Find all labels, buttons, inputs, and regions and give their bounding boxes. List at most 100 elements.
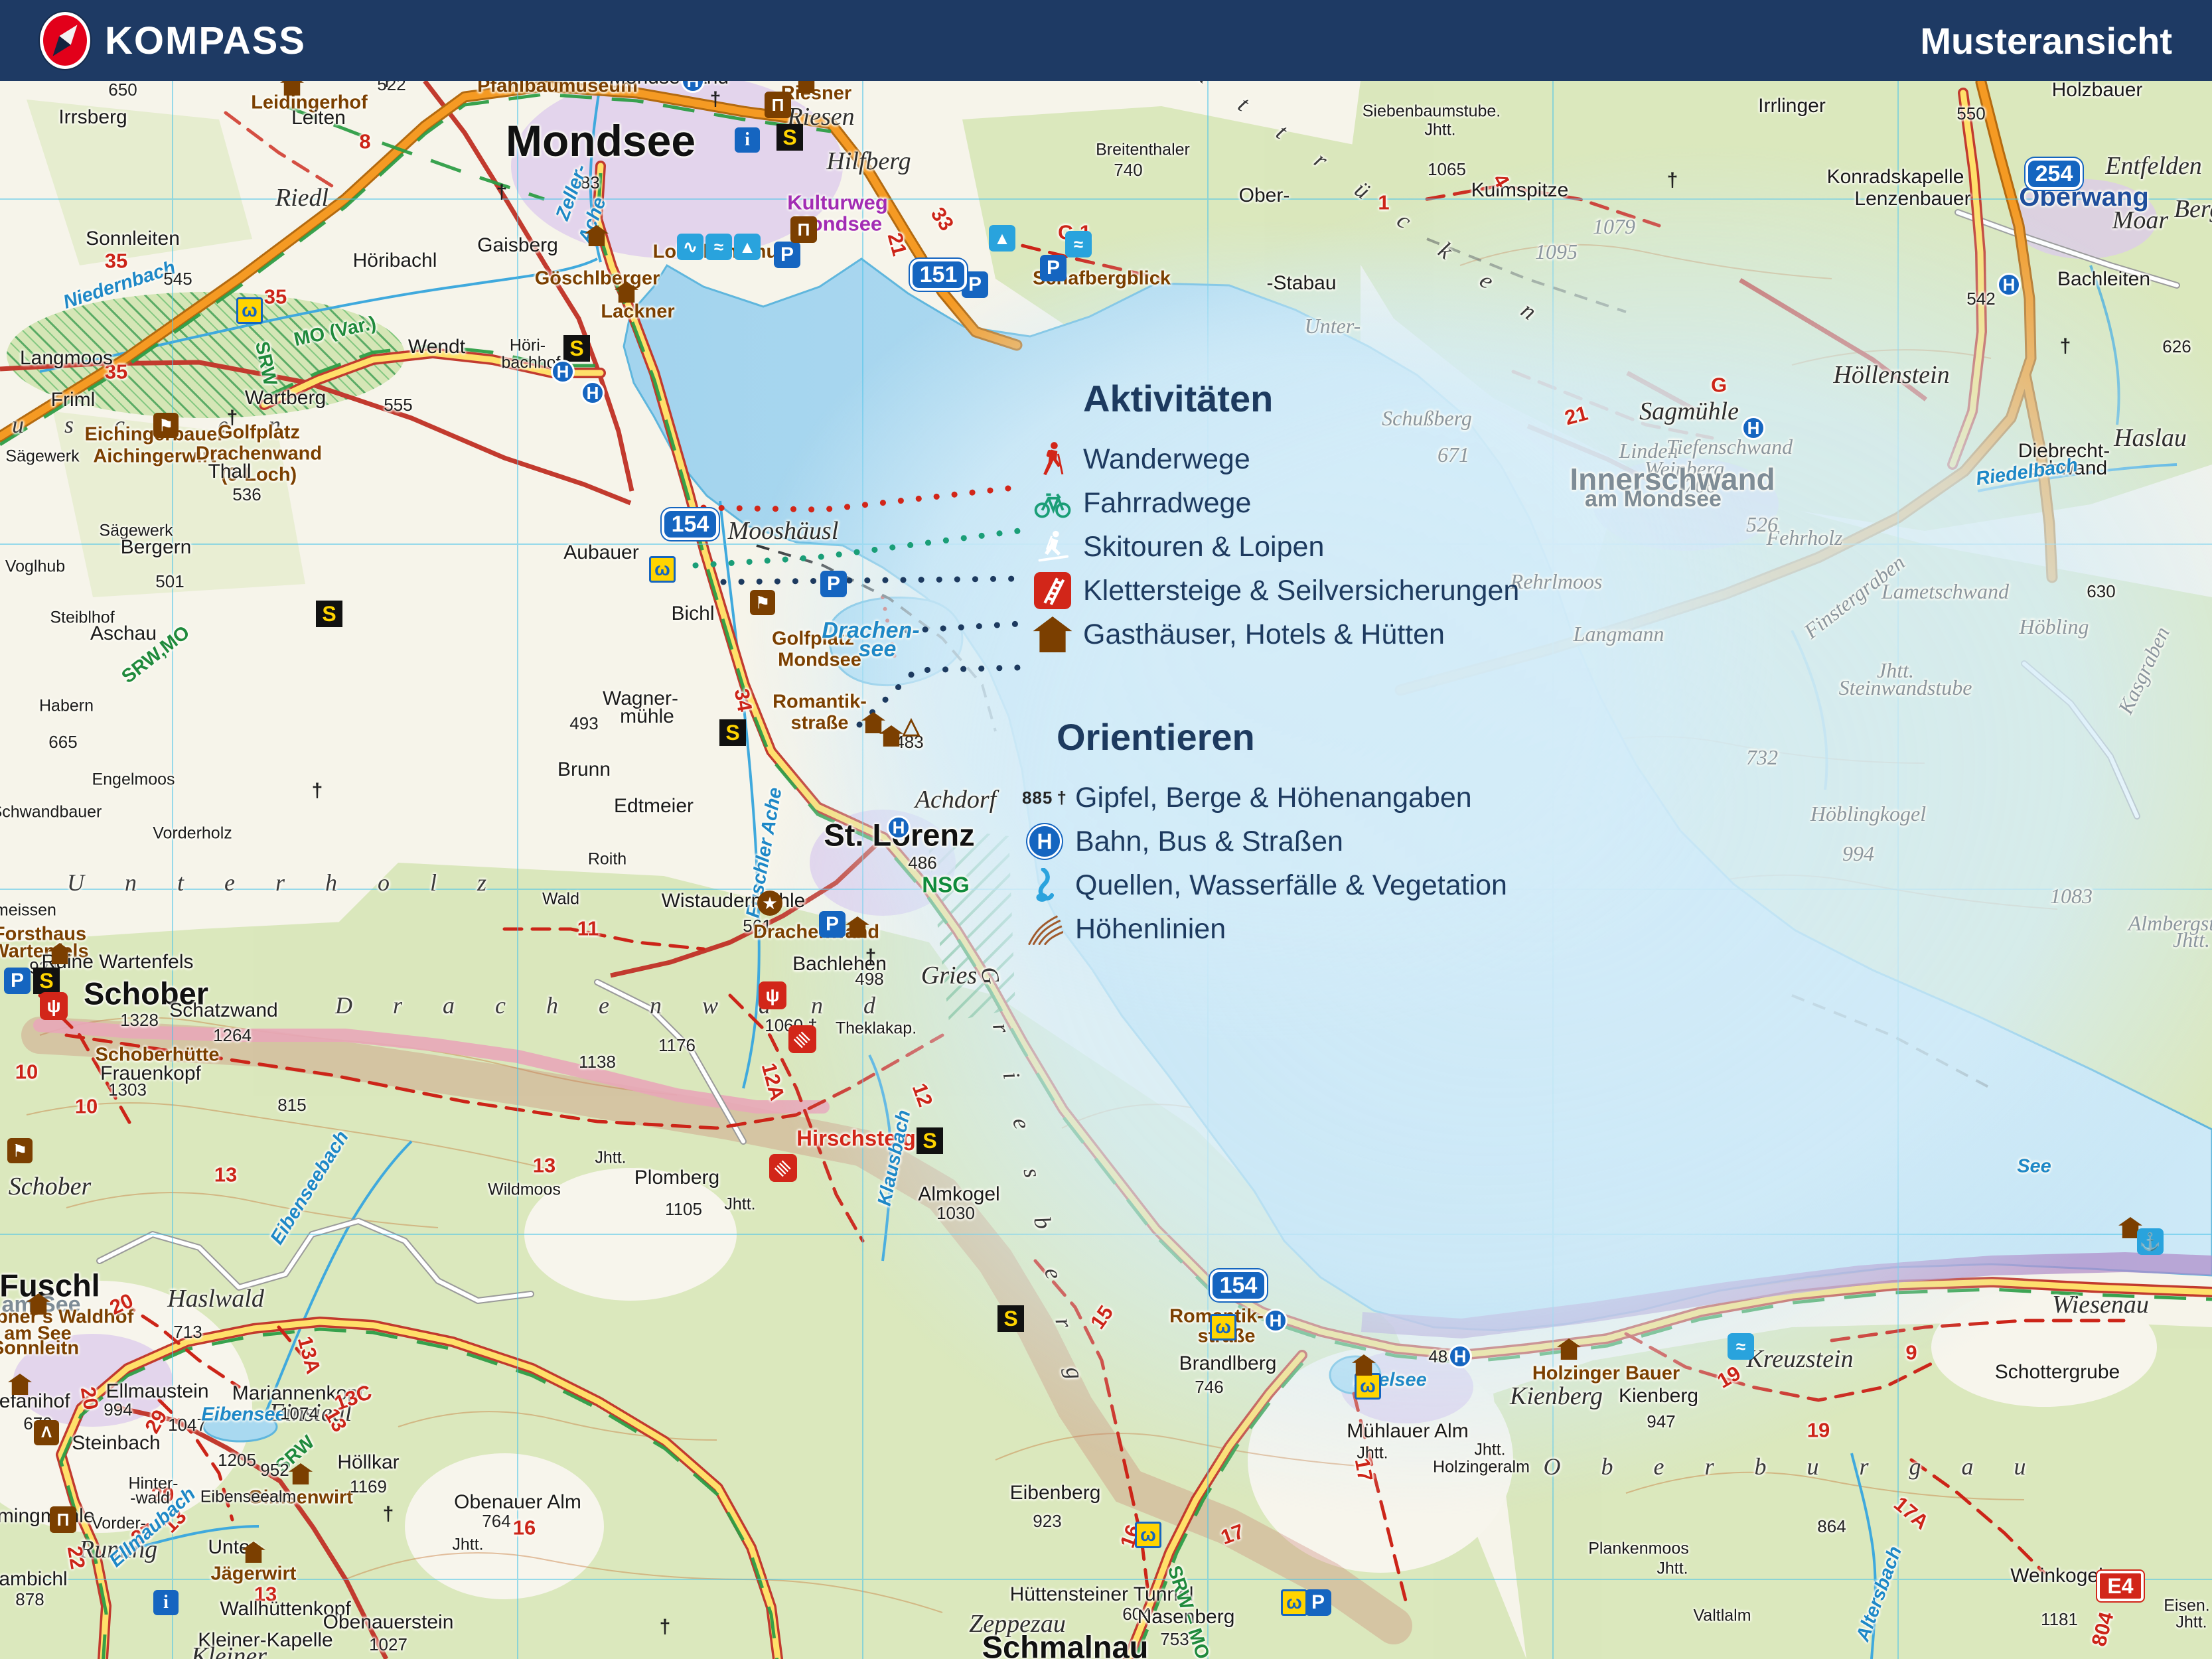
map-label: 542 xyxy=(1966,290,1995,307)
hstop-icon: H xyxy=(551,360,575,384)
map-label: Eisen. xyxy=(2164,1598,2209,1615)
climb-icon: ≣ xyxy=(788,1025,816,1053)
map-label: Jhtt. xyxy=(1657,1561,1688,1577)
map-label: 20 xyxy=(78,1385,102,1411)
map-label: 22 xyxy=(64,1544,89,1570)
map-label: U n t e r h o l z xyxy=(67,871,504,895)
legend-orientation-label: Gipfel, Berge & Höhenangaben xyxy=(1075,782,1472,814)
page-title: Musteransicht xyxy=(1920,19,2172,62)
map-label: Haslwald xyxy=(167,1286,264,1311)
legend-orientation-item: HBahn, Bus & Straßen xyxy=(1014,820,1507,863)
map-label: -Stabau xyxy=(1266,273,1336,293)
legend-activity-item: Klettersteige & Seilversicherungen xyxy=(1022,569,1519,613)
map-label: 1065 xyxy=(1428,161,1466,178)
tent-icon: △ xyxy=(903,713,920,739)
map-label: Lenzenbauer xyxy=(1854,189,1970,209)
play-icon: Λ xyxy=(34,1420,59,1445)
legend-orientation-rows: 885 †Gipfel, Berge & Höhenangaben HBahn, … xyxy=(1014,776,1507,951)
map-label: 555 xyxy=(384,396,412,413)
shield-icon: 154 xyxy=(1210,1269,1267,1301)
hiker-icon xyxy=(1022,440,1083,478)
map-label: Höblingkogel xyxy=(1810,803,1926,824)
map-label: 1328 xyxy=(120,1011,159,1029)
map-label: 923 xyxy=(1033,1512,1061,1530)
map-label: Holzinger Bauer xyxy=(1532,1364,1680,1384)
map-label: 952 xyxy=(260,1461,289,1479)
map-label: Jhtt. xyxy=(724,1196,755,1213)
map-label: 1169 xyxy=(350,1478,387,1495)
map-label: Moar xyxy=(2112,208,2168,233)
header-bar: KOMPASS Musteransicht xyxy=(0,0,2212,81)
map-label: 864 xyxy=(1817,1518,1846,1535)
map-label: 10 xyxy=(75,1096,98,1117)
map-label: Höllenstein xyxy=(1833,362,1949,388)
map-label: Eibensee xyxy=(201,1406,285,1425)
hand-icon: ψ xyxy=(40,992,68,1020)
bike-icon xyxy=(1022,484,1083,522)
bus-icon: ω xyxy=(1355,1373,1381,1400)
map-label: 1303 xyxy=(108,1081,147,1098)
map-label: 536 xyxy=(232,486,261,503)
map-label: Bambichl xyxy=(0,1569,68,1589)
swim-icon: ≈ xyxy=(1728,1333,1754,1360)
map-label: Jhtt. xyxy=(595,1150,626,1167)
parking-icon: P xyxy=(4,968,31,994)
star-icon: ★ xyxy=(757,891,782,916)
bus-icon: ω xyxy=(236,297,263,324)
map-label: 493 xyxy=(569,715,598,732)
map-label: Schmalnau xyxy=(982,1632,1149,1659)
legend-orientation-item: Höhenlinien xyxy=(1014,907,1507,951)
map-label: Kreuzstein xyxy=(1746,1346,1853,1372)
map-label: 550 xyxy=(1956,105,1985,122)
map-label: 1027 xyxy=(369,1636,407,1653)
map-label: Vorder- xyxy=(92,1516,146,1532)
map-label: Theklakap. xyxy=(836,1021,917,1037)
map-label: Ellmaustein xyxy=(106,1382,208,1402)
legend-orientation: Orientieren 885 †Gipfel, Berge & Höhenan… xyxy=(1014,715,1507,951)
map-label: Höbling xyxy=(2020,616,2089,637)
map-label: 501 xyxy=(155,573,184,590)
legend-orientation-item: Quellen, Wasserfälle & Vegetation xyxy=(1014,863,1507,907)
map-label: 626 xyxy=(2162,338,2191,355)
golf-icon: ⚑ xyxy=(750,590,775,615)
map-label: Riesner xyxy=(781,84,851,104)
swim-icon: ≈ xyxy=(1065,231,1092,257)
map-label: Wald xyxy=(542,891,579,908)
hstop-icon: H xyxy=(1741,416,1765,440)
parking-icon: P xyxy=(820,571,847,597)
map-label: 1138 xyxy=(579,1053,616,1070)
spring-icon xyxy=(1014,868,1075,902)
church-icon: † xyxy=(1667,169,1678,192)
map-label: Leiten xyxy=(291,108,346,128)
map-label: Wildmoos xyxy=(488,1182,561,1198)
map-label: 34 xyxy=(731,687,756,713)
church-icon: † xyxy=(710,88,721,111)
legend-activity-label: Fahrradwege xyxy=(1083,487,1251,520)
map-label: 1047 xyxy=(168,1416,206,1433)
map-label: Bachleiten xyxy=(2057,269,2150,289)
map-label: 17 xyxy=(1352,1457,1376,1482)
map-label: D r a c h e n w a n d xyxy=(335,993,893,1017)
swim-icon: ≈ xyxy=(705,234,732,260)
map-label: Stefanihof xyxy=(0,1392,70,1411)
map-label: 526 xyxy=(1746,514,1778,535)
parking-icon: P xyxy=(819,911,846,938)
map-label: Siebenbaumstube. xyxy=(1363,104,1501,120)
shield-icon: 151 xyxy=(910,259,967,291)
hstop-icon: H xyxy=(1997,273,2021,297)
peak-icon: 885 † xyxy=(1014,788,1075,808)
map-label: Kleiner xyxy=(191,1644,267,1659)
map-label: Obenauerstein xyxy=(323,1613,454,1632)
map-label: Bergern xyxy=(121,538,192,557)
parking-icon: P xyxy=(774,242,800,268)
museum-icon: Π xyxy=(790,216,817,243)
map-label: 1079 xyxy=(1593,216,1635,237)
parking-icon: P xyxy=(1040,255,1067,281)
legend-orientation-label: Höhenlinien xyxy=(1075,913,1226,946)
map-label: Langmann xyxy=(1574,623,1664,644)
map-label: 994 xyxy=(104,1401,132,1418)
anchor-icon: ⚓ xyxy=(2137,1228,2164,1255)
golf-icon: ⚑ xyxy=(153,413,179,438)
map-label: 545 xyxy=(163,270,192,287)
map-label: see xyxy=(859,638,897,660)
